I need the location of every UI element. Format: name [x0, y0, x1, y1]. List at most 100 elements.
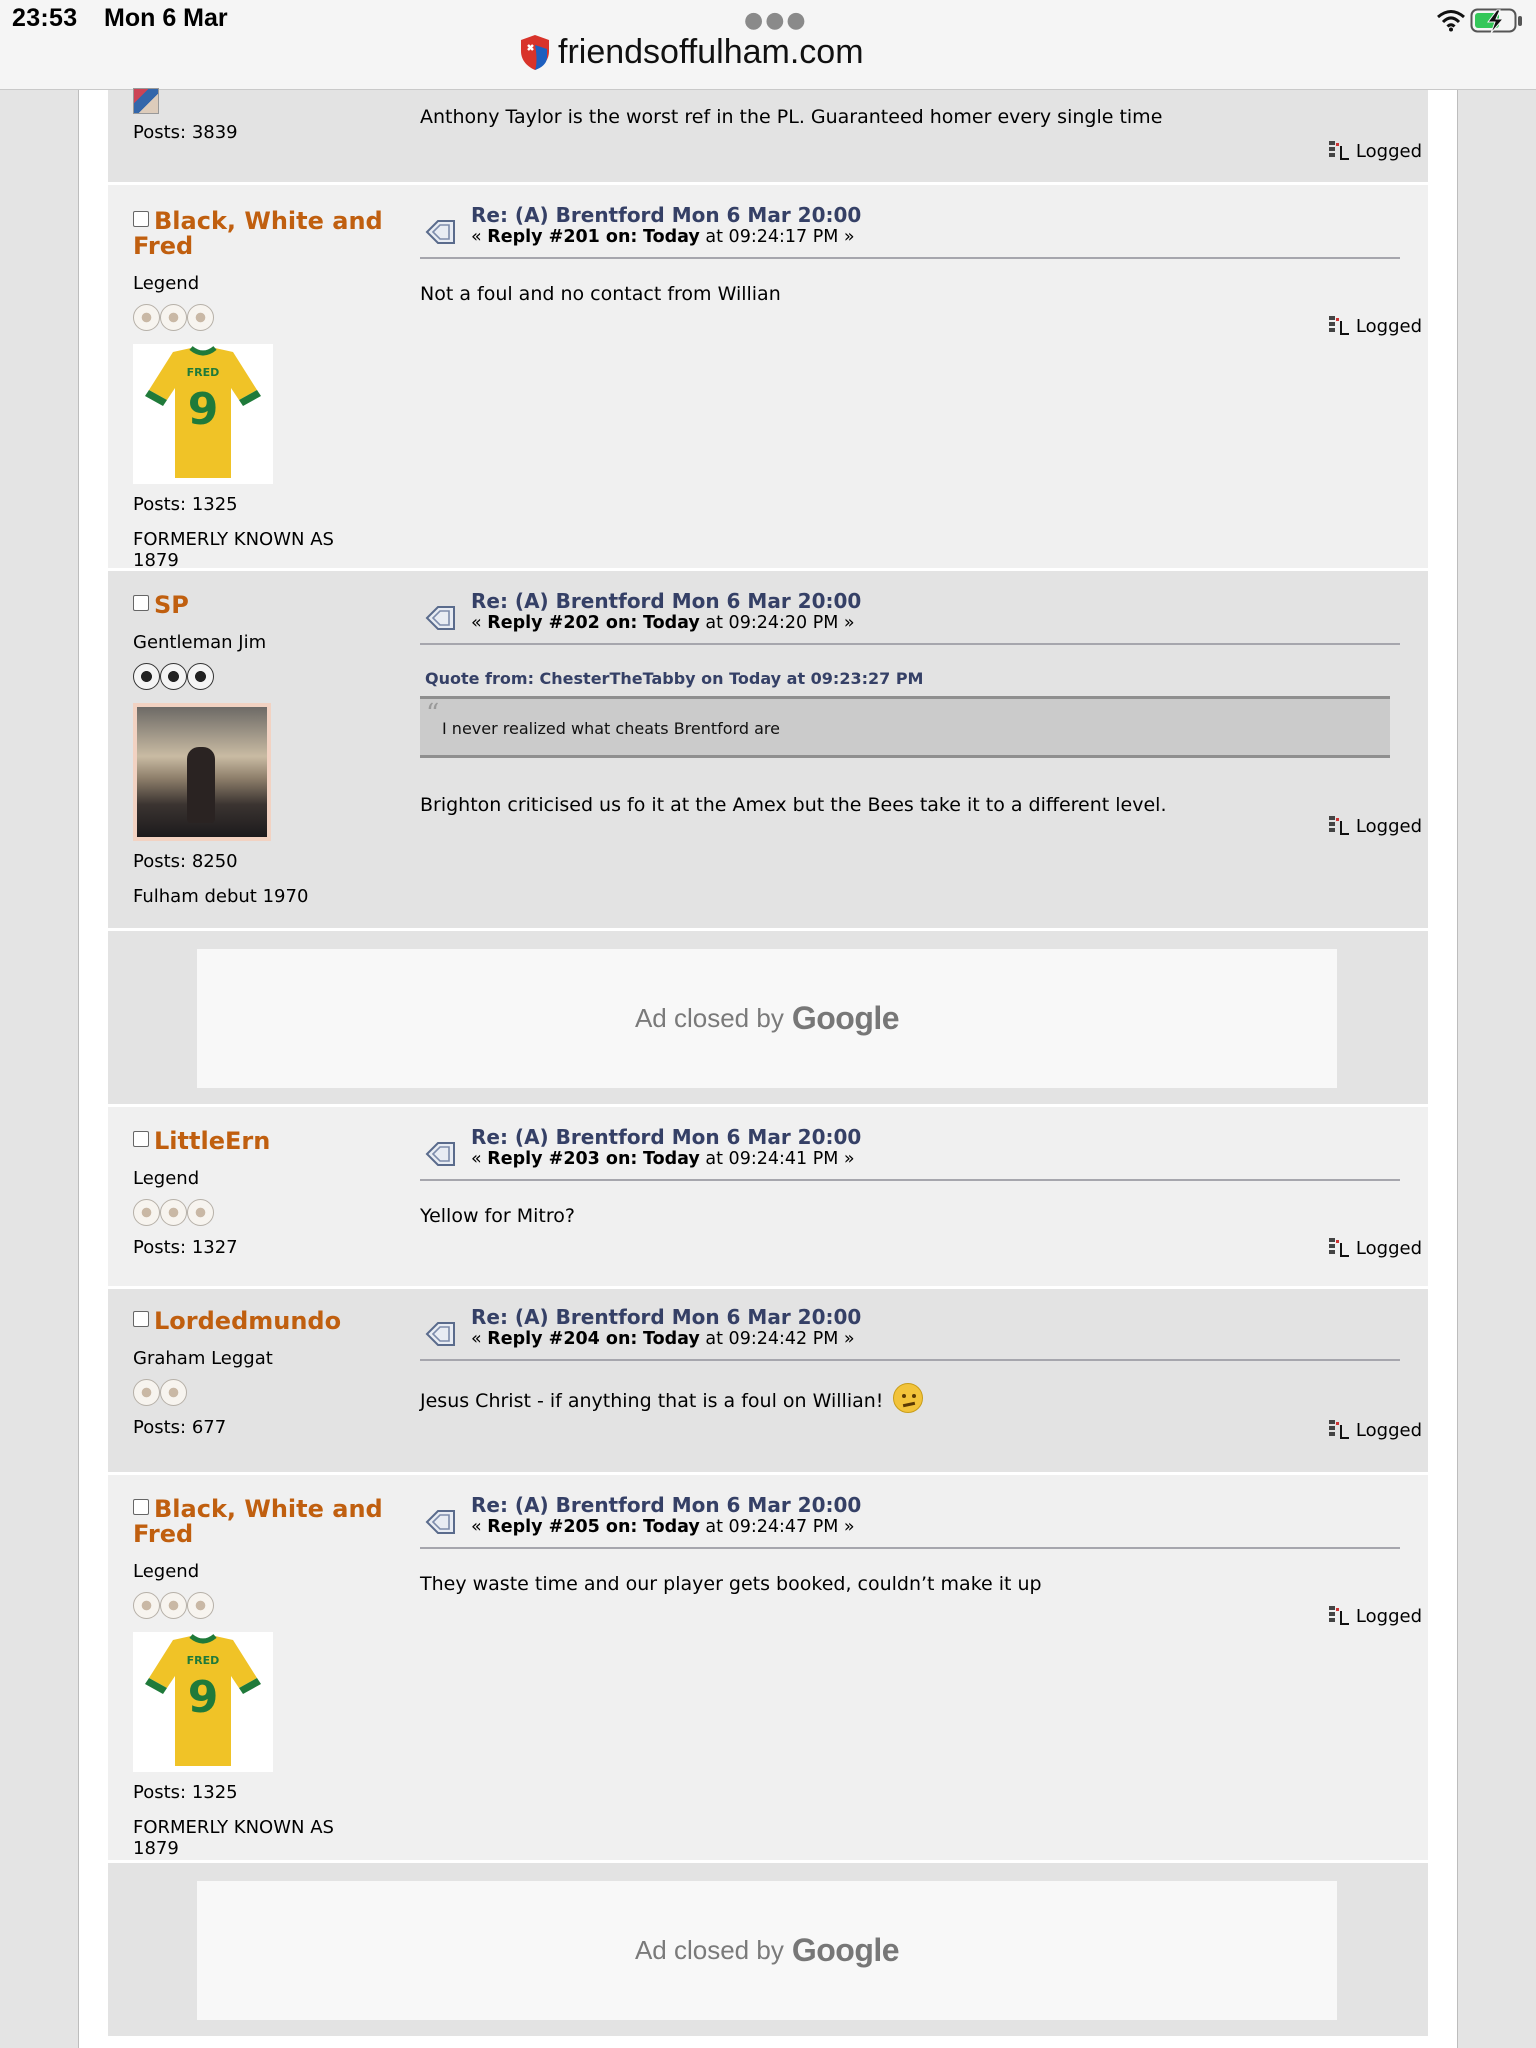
poster-name[interactable]: LittleErn — [133, 1129, 383, 1154]
post-count: Posts: 1325 — [133, 1782, 238, 1803]
svg-text:FRED: FRED — [187, 366, 220, 379]
reply-meta: « Reply #203 on: Today at 09:24:41 PM » — [471, 1149, 855, 1169]
logged-label: Logged — [1355, 316, 1422, 337]
poster-name-text[interactable]: Black, White and Fred — [133, 1495, 383, 1548]
poster-name[interactable]: SP — [133, 593, 383, 618]
logged-label: Logged — [1355, 1420, 1422, 1441]
star-icon — [133, 1199, 160, 1226]
reply-prefix: « — [471, 1329, 488, 1349]
post-body: Jesus Christ - if anything that is a fou… — [420, 1383, 1400, 1414]
reply-number[interactable]: Reply #204 on: — [487, 1329, 637, 1349]
reply-number[interactable]: Reply #203 on: — [487, 1149, 637, 1169]
topic-icon — [425, 606, 455, 630]
post-body: Yellow for Mitro? — [420, 1205, 575, 1227]
reply-time: at 09:24:47 PM » — [699, 1517, 855, 1537]
rank-stars — [133, 663, 383, 691]
topic-icon — [425, 1322, 455, 1346]
reply-prefix: « — [471, 1149, 488, 1169]
url-text: friendsoffulham.com — [558, 32, 864, 71]
post-subject-link[interactable]: Re: (A) Brentford Mon 6 Mar 20:00 — [471, 1493, 861, 1517]
shirt-icon: FRED 9 — [145, 1633, 261, 1766]
logged-status: Logged — [1328, 315, 1422, 337]
logged-icon — [1328, 1238, 1349, 1257]
svg-text:9: 9 — [188, 1672, 219, 1723]
forum-post: Black, White and Fred Legend FRED 9 Post… — [108, 1475, 1428, 1863]
svg-text:FRED: FRED — [187, 1654, 220, 1667]
star-icon — [187, 663, 214, 690]
star-icon — [160, 1592, 187, 1619]
rank-stars — [133, 1379, 383, 1407]
reply-meta: « Reply #201 on: Today at 09:24:17 PM » — [471, 227, 855, 247]
poster-name[interactable]: Black, White and Fred — [133, 1497, 383, 1547]
avatar[interactable] — [133, 88, 159, 114]
logged-label: Logged — [1355, 141, 1422, 162]
annoyed-face-emoji — [893, 1383, 924, 1413]
post-count: Posts: 3839 — [133, 122, 238, 143]
ad-slot: Ad closed by Google — [108, 931, 1428, 1107]
logged-label: Logged — [1355, 816, 1422, 837]
reply-number[interactable]: Reply #201 on: — [487, 227, 637, 247]
forum-post: LittleErn Legend Posts: 1327 Re: (A) Bre… — [108, 1107, 1428, 1289]
poster-name[interactable]: Black, White and Fred — [133, 209, 383, 259]
reply-prefix: « — [471, 613, 488, 633]
logged-status: Logged — [1328, 1419, 1422, 1441]
post-subject-link[interactable]: Re: (A) Brentford Mon 6 Mar 20:00 — [471, 1125, 861, 1149]
topic-icon — [425, 220, 455, 244]
reply-number[interactable]: Reply #205 on: — [487, 1517, 637, 1537]
select-checkbox[interactable] — [133, 1499, 149, 1515]
ad-closed-box: Ad closed by Google — [197, 1881, 1337, 2020]
battery-charging-icon — [1470, 8, 1522, 34]
avatar[interactable]: FRED 9 — [133, 1632, 273, 1772]
reply-meta: « Reply #204 on: Today at 09:24:42 PM » — [471, 1329, 855, 1349]
member-rank: Gentleman Jim — [133, 632, 267, 653]
post-subject-link[interactable]: Re: (A) Brentford Mon 6 Mar 20:00 — [471, 203, 861, 227]
avatar[interactable] — [133, 703, 271, 841]
forum-post: Black, White and Fred Legend FRED 9 Post… — [108, 185, 1428, 571]
poster-name-text[interactable]: Black, White and Fred — [133, 207, 383, 260]
select-checkbox[interactable] — [133, 1311, 149, 1327]
quote-mark-icon: “ — [426, 699, 440, 729]
rank-stars — [133, 1199, 383, 1227]
reply-time: at 09:24:42 PM » — [699, 1329, 855, 1349]
member-rank: Legend — [133, 1561, 200, 1582]
post-body: Anthony Taylor is the worst ref in the P… — [420, 106, 1163, 128]
address-bar[interactable]: friendsoffulham.com — [518, 32, 864, 72]
member-rank: Legend — [133, 273, 200, 294]
quote-text: I never realized what cheats Brentford a… — [442, 719, 780, 738]
select-checkbox[interactable] — [133, 1131, 149, 1147]
post-list: Posts: 3839 Anthony Taylor is the worst … — [108, 88, 1428, 2039]
quote-header-link[interactable]: Quote from: ChesterTheTabby on Today at … — [425, 669, 1400, 688]
quote-block: “ I never realized what cheats Brentford… — [420, 696, 1390, 758]
reply-time: at 09:24:17 PM » — [699, 227, 855, 247]
member-rank: Legend — [133, 1168, 200, 1189]
select-checkbox[interactable] — [133, 595, 149, 611]
reply-day: Today — [643, 613, 700, 633]
avatar-figure — [187, 747, 215, 823]
reply-time: at 09:24:41 PM » — [699, 1149, 855, 1169]
post-subject-link[interactable]: Re: (A) Brentford Mon 6 Mar 20:00 — [471, 589, 861, 613]
poster-name-text[interactable]: SP — [154, 591, 189, 619]
google-logo: Google — [791, 1932, 900, 1968]
post-subject-link[interactable]: Re: (A) Brentford Mon 6 Mar 20:00 — [471, 1305, 861, 1329]
avatar[interactable]: FRED 9 — [133, 344, 273, 484]
logged-status: Logged — [1328, 815, 1422, 837]
personal-text: FORMERLY KNOWN AS 1879 — [133, 529, 334, 571]
poster-name[interactable]: Lordedmundo — [133, 1309, 383, 1334]
poster-name-text[interactable]: Lordedmundo — [154, 1307, 341, 1335]
logged-icon — [1328, 1420, 1349, 1439]
poster-name-text[interactable]: LittleErn — [154, 1127, 270, 1155]
reply-number[interactable]: Reply #202 on: — [487, 613, 637, 633]
select-checkbox[interactable] — [133, 211, 149, 227]
forum-post: Lordedmundo Graham Leggat Posts: 677 Re:… — [108, 1289, 1428, 1475]
reply-prefix: « — [471, 227, 488, 247]
star-icon — [187, 1592, 214, 1619]
post-body: Brighton criticised us fo it at the Amex… — [420, 794, 1167, 816]
star-icon — [187, 1199, 214, 1226]
rank-stars — [133, 1592, 383, 1620]
ellipsis-icon[interactable]: ●●● — [744, 8, 808, 33]
topic-icon — [425, 1142, 455, 1166]
star-icon — [160, 1199, 187, 1226]
star-icon — [160, 1379, 187, 1406]
logged-label: Logged — [1355, 1606, 1422, 1627]
logged-status: Logged — [1328, 140, 1422, 162]
